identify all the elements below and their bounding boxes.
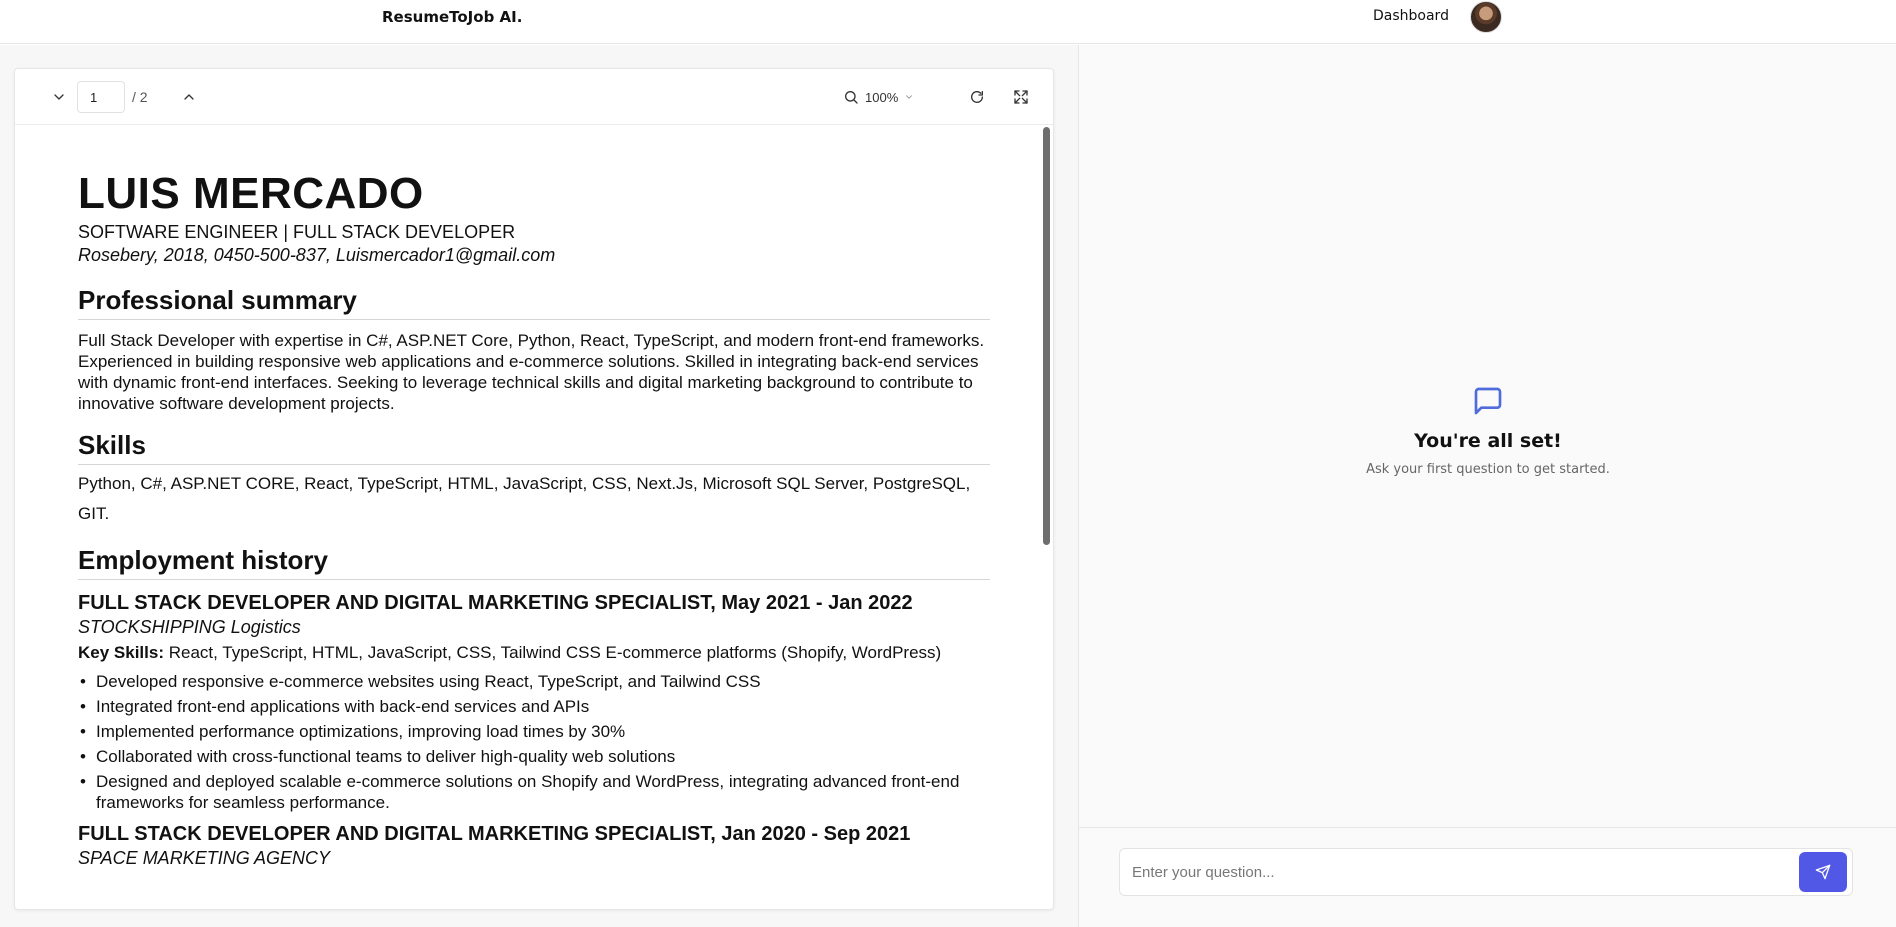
list-item: Designed and deployed scalable e-commerc…	[78, 771, 990, 813]
pdf-page-area[interactable]: LUIS MERCADO SOFTWARE ENGINEER | FULL ST…	[15, 126, 1053, 909]
next-page-button[interactable]	[47, 85, 71, 109]
summary-section: Professional summary Full Stack Develope…	[78, 285, 990, 414]
summary-heading: Professional summary	[78, 285, 990, 320]
job-title: FULL STACK DEVELOPER AND DIGITAL MARKETI…	[78, 823, 911, 845]
expand-icon	[1014, 90, 1028, 104]
job-bullet-list: Developed responsive e-commerce websites…	[78, 671, 990, 813]
zoom-dropdown[interactable]: 100%	[843, 85, 914, 109]
job-entry: FULL STACK DEVELOPER AND DIGITAL MARKETI…	[78, 821, 990, 869]
job-entry: FULL STACK DEVELOPER AND DIGITAL MARKETI…	[78, 590, 990, 813]
refresh-icon	[971, 91, 983, 103]
scrollbar-thumb[interactable]	[1043, 127, 1050, 545]
page-total-label: / 2	[132, 89, 148, 105]
brand-logo-text[interactable]: ResumeToJob AI.	[382, 8, 522, 26]
previous-page-button[interactable]	[177, 85, 201, 109]
pdf-toolbar: / 2 100%	[15, 69, 1053, 125]
job-key-skills: Key Skills: React, TypeScript, HTML, Jav…	[78, 642, 990, 663]
zoom-level: 100%	[865, 89, 899, 105]
send-icon	[1815, 864, 1831, 880]
skills-text: Python, C#, ASP.NET CORE, React, TypeScr…	[78, 474, 971, 523]
pdf-scrollbar[interactable]	[1042, 127, 1050, 909]
chat-empty-state: You're all set! Ask your first question …	[1079, 385, 1896, 477]
chat-input-bar	[1079, 827, 1896, 927]
chevron-up-icon	[184, 94, 194, 100]
summary-text: Full Stack Developer with expertise in C…	[78, 331, 985, 413]
resume-name: LUIS MERCADO	[78, 169, 424, 218]
list-item: Integrated front-end applications with b…	[78, 696, 990, 717]
employment-section: Employment history FULL STACK DEVELOPER …	[78, 545, 990, 869]
question-input[interactable]	[1119, 848, 1853, 896]
list-item: Implemented performance optimizations, i…	[78, 721, 990, 742]
chevron-down-icon	[54, 94, 64, 100]
rotate-button[interactable]	[965, 85, 989, 109]
send-button[interactable]	[1799, 852, 1847, 892]
search-icon	[845, 91, 858, 104]
chat-bubble-icon	[1474, 387, 1502, 415]
job-company: SPACE MARKETING AGENCY	[78, 848, 331, 868]
skills-heading: Skills	[78, 430, 990, 465]
key-skills-label: Key Skills:	[78, 643, 164, 662]
skills-section: Skills Python, C#, ASP.NET CORE, React, …	[78, 430, 990, 529]
job-title: FULL STACK DEVELOPER AND DIGITAL MARKETI…	[78, 592, 913, 614]
chevron-down-icon	[906, 95, 913, 99]
resume-subtitle: SOFTWARE ENGINEER | FULL STACK DEVELOPER	[78, 222, 516, 242]
pdf-viewer: / 2 100% LUIS MERCADO SOFTWARE ENGINEER …	[14, 68, 1054, 910]
empty-state-title: You're all set!	[1414, 430, 1562, 452]
list-item: Developed responsive e-commerce websites…	[78, 671, 990, 692]
chat-panel: You're all set! Ask your first question …	[1078, 45, 1896, 927]
nav-dashboard-link[interactable]: Dashboard	[1373, 8, 1449, 24]
fullscreen-button[interactable]	[1009, 85, 1033, 109]
employment-heading: Employment history	[78, 545, 990, 580]
resume-contact: Rosebery, 2018, 0450-500-837, Luismercad…	[78, 245, 556, 265]
resume-panel: / 2 100% LUIS MERCADO SOFTWARE ENGINEER …	[0, 45, 1078, 927]
resume-document: LUIS MERCADO SOFTWARE ENGINEER | FULL ST…	[78, 171, 990, 885]
user-avatar[interactable]	[1470, 1, 1502, 33]
list-item: Collaborated with cross-functional teams…	[78, 746, 990, 767]
job-company: STOCKSHIPPING Logistics	[78, 617, 301, 637]
page-number-input[interactable]	[77, 81, 125, 113]
key-skills-text: React, TypeScript, HTML, JavaScript, CSS…	[164, 643, 942, 662]
top-navbar: ResumeToJob AI. Dashboard	[0, 0, 1896, 44]
empty-state-subtitle: Ask your first question to get started.	[1366, 462, 1610, 477]
